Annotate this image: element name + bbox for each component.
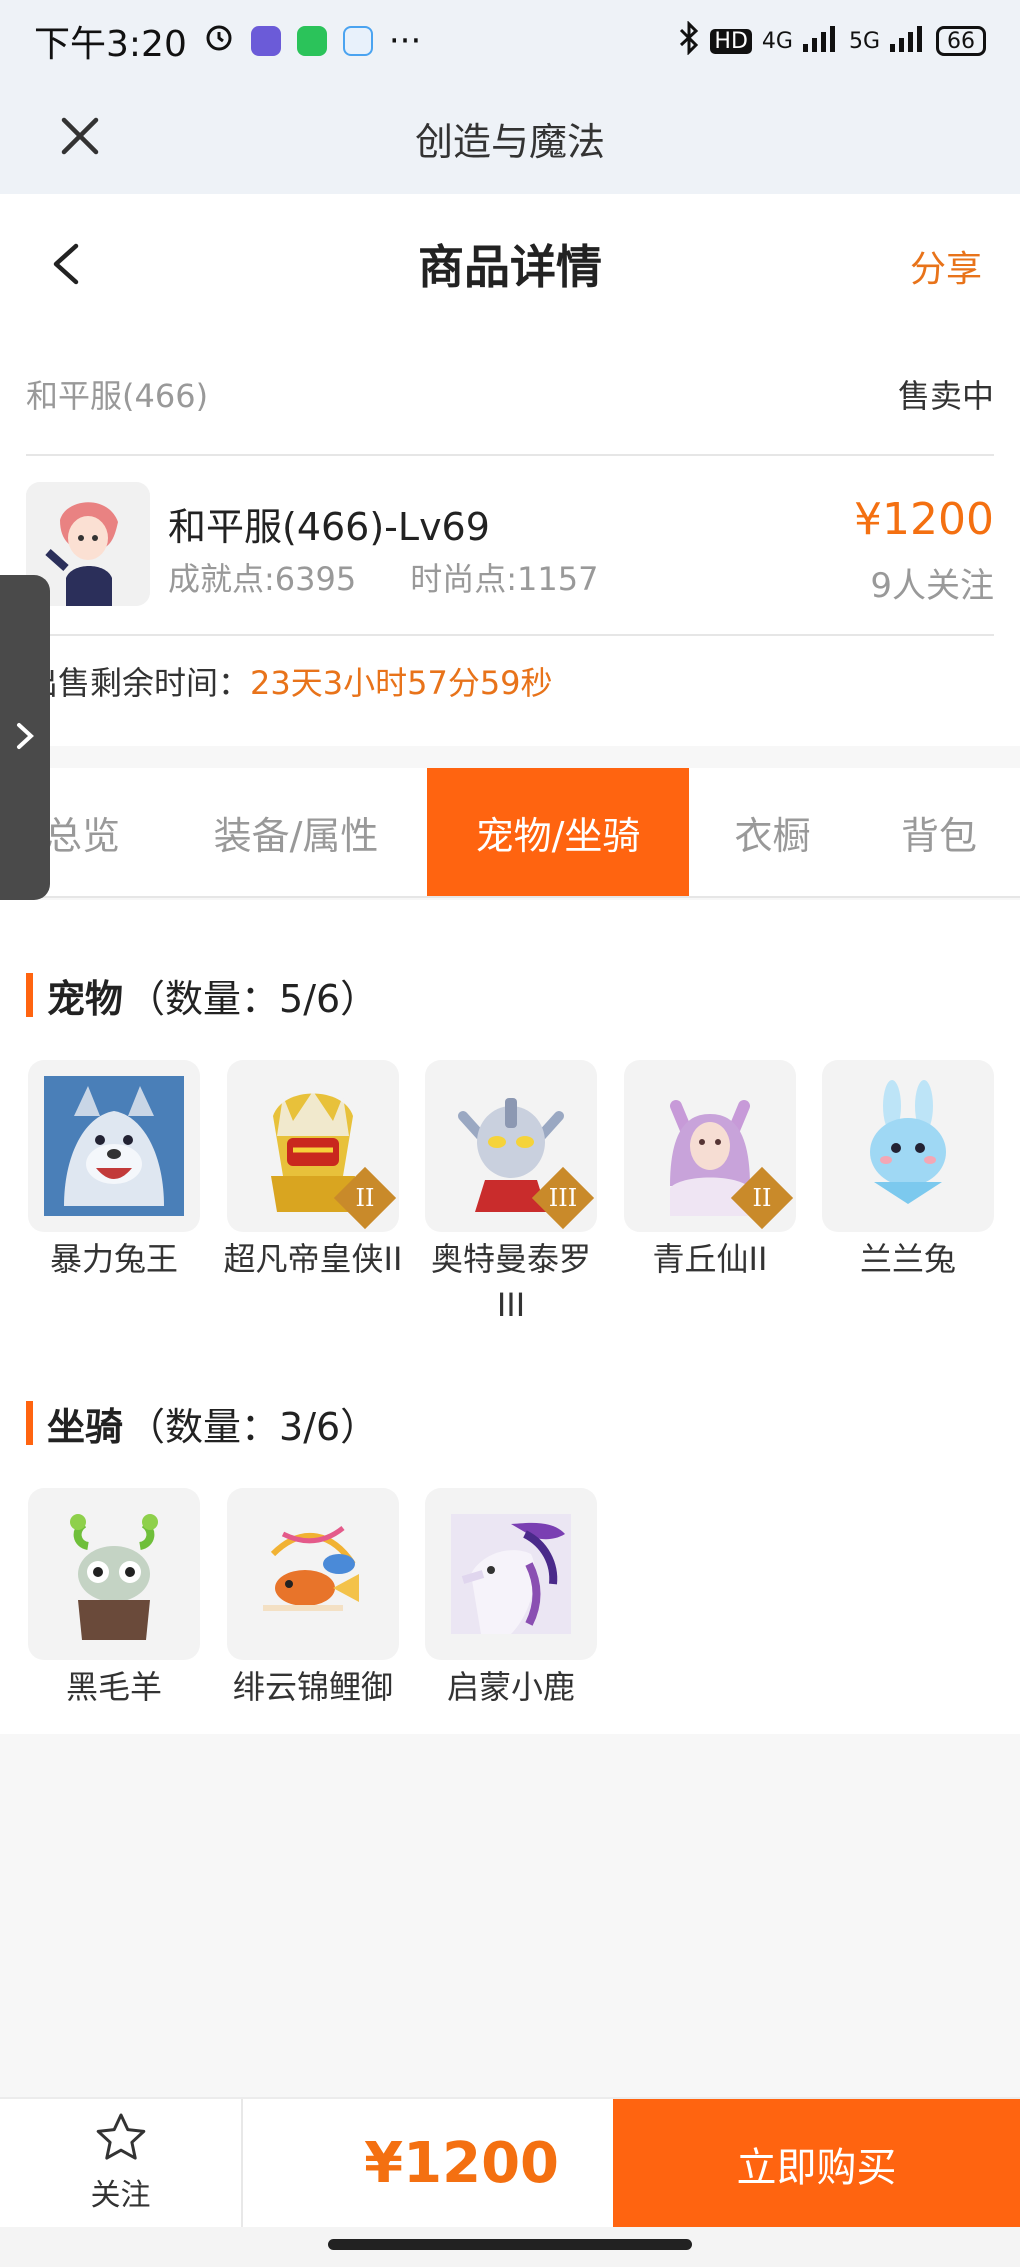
tier-badge: III [531, 1166, 595, 1230]
follow-button[interactable]: 关注 [0, 2099, 243, 2227]
pet-item[interactable]: II 青丘仙II [624, 1060, 796, 1282]
product-name: 和平服(466)-Lv69 [168, 505, 490, 549]
tab-label: 背包 [900, 813, 977, 858]
pet-name: 暴力兔王 [49, 1240, 178, 1278]
tier-badge: II [333, 1166, 397, 1230]
more-notifications-icon: ··· [388, 21, 422, 61]
pet-item[interactable]: II 超凡帝皇侠II [224, 1060, 402, 1282]
pets-title: 宠物 [47, 976, 124, 1021]
fox-fairy-pet-icon: II [624, 1060, 796, 1232]
page-nav: 商品详情 分享 [0, 194, 1020, 334]
tier-label: II [355, 1184, 375, 1212]
product-panel: 和平服(466) 售卖中 和平服(466)-Lv69 成就点:6395 时尚点:… [0, 334, 1020, 746]
server-name: 和平服(466) [26, 377, 209, 415]
pet-name: 超凡帝皇侠II [223, 1240, 403, 1278]
network-5g-label: 5G [848, 28, 880, 54]
bottom-action-bar: 关注 ¥1200 立即购买 [0, 2097, 1020, 2229]
app-header: 创造与魔法 [0, 82, 1020, 194]
tier-label: II [752, 1184, 772, 1212]
fashion-points: 时尚点:1157 [410, 560, 599, 598]
tab-label: 装备/属性 [213, 813, 379, 858]
tier-label: III [548, 1184, 578, 1212]
sticker-app-icon [250, 26, 281, 56]
sale-status: 售卖中 [897, 377, 994, 415]
blue-rabbit-pet-icon [822, 1060, 994, 1232]
white-wolf-pet-icon [28, 1060, 200, 1232]
follower-count: 9人关注 [870, 566, 994, 606]
tab-label: 衣橱 [734, 813, 811, 858]
tab-label: 宠物/坐骑 [475, 813, 641, 858]
buy-now-button[interactable]: 立即购买 [613, 2099, 1020, 2229]
share-button[interactable]: 分享 [910, 240, 982, 292]
status-bar: 下午3:20 ··· HD 4G 5G 66 [0, 0, 1020, 82]
pet-name: 兰兰兔 [859, 1240, 956, 1278]
bluetooth-icon [678, 20, 700, 61]
close-icon[interactable] [52, 108, 108, 164]
mount-name: 启蒙小鹿 [446, 1668, 575, 1706]
section-accent-bar [26, 973, 33, 1017]
deer-mount-icon [425, 1488, 597, 1660]
tab-pets-mounts[interactable]: 宠物/坐骑 [427, 768, 689, 896]
tab-equipment[interactable]: 装备/属性 [176, 768, 416, 896]
star-icon [95, 2112, 147, 2166]
remaining-time-label: 出售剩余时间： [26, 664, 251, 702]
pet-item[interactable]: III 奥特曼泰罗III [425, 1060, 597, 1328]
ultraman-pet-icon: III [425, 1060, 597, 1232]
black-sheep-mount-icon [28, 1488, 200, 1660]
mounts-title: 坐骑 [47, 1404, 124, 1449]
signal-icon [802, 24, 839, 58]
chevron-right-icon [13, 719, 37, 757]
page-title: 商品详情 [418, 240, 602, 294]
mounts-section-title: 坐骑 （数量：3/6） [26, 1398, 379, 1449]
mounts-count: （数量：3/6） [127, 1404, 379, 1449]
wechat-icon [296, 26, 327, 56]
mount-item[interactable]: 绯云锦鲤御 [227, 1488, 399, 1710]
server-row: 和平服(466) 售卖中 [26, 334, 994, 456]
mount-item[interactable]: 启蒙小鹿 [425, 1488, 597, 1710]
battery-level: 66 [947, 28, 975, 54]
pets-section-title: 宠物 （数量：5/6） [26, 970, 379, 1021]
status-time: 下午3:20 [34, 24, 187, 65]
achievement-points: 成就点:6395 [168, 560, 357, 598]
tab-label: 总览 [44, 813, 121, 858]
pets-count: （数量：5/6） [127, 976, 379, 1021]
remaining-time-value: 23天3小时57分59秒 [250, 664, 553, 702]
pet-name: 青丘仙II [652, 1240, 768, 1278]
product-row[interactable]: 和平服(466)-Lv69 成就点:6395 时尚点:1157 ¥1200 9人… [26, 456, 994, 636]
tier-badge: II [730, 1166, 794, 1230]
pet-name: 奥特曼泰罗III [430, 1240, 591, 1324]
alarm-icon [203, 21, 235, 62]
mount-name: 黑毛羊 [65, 1668, 162, 1706]
mount-item[interactable]: 黑毛羊 [28, 1488, 200, 1710]
network-4g-label: 4G [761, 28, 793, 54]
section-accent-bar [26, 1401, 33, 1445]
tab-bar: 总览 装备/属性 宠物/坐骑 衣橱 背包 [0, 768, 1020, 898]
app-title: 创造与魔法 [414, 119, 605, 164]
hd-badge: HD [710, 28, 752, 54]
koi-mount-icon [227, 1488, 399, 1660]
pets-mounts-content: 宠物 （数量：5/6） 暴力兔王 II 超凡帝皇侠II III 奥特曼泰罗III… [0, 900, 1020, 1734]
browser-app-icon [342, 26, 373, 56]
pet-item[interactable]: 暴力兔王 [28, 1060, 200, 1282]
mount-name: 绯云锦鲤御 [232, 1668, 393, 1706]
remaining-time-row: 出售剩余时间： 23天3小时57分59秒 [26, 636, 553, 726]
product-stats: 成就点:6395 时尚点:1157 [168, 554, 598, 600]
bottom-price: ¥1200 [364, 2130, 559, 2196]
home-gesture-bar[interactable] [328, 2239, 692, 2250]
product-price: ¥1200 [854, 494, 994, 545]
side-drawer-handle[interactable] [0, 575, 50, 900]
pet-item[interactable]: 兰兰兔 [822, 1060, 994, 1282]
back-arrow-icon[interactable] [40, 234, 100, 294]
follow-label: 关注 [90, 2178, 151, 2213]
golden-armor-pet-icon: II [227, 1060, 399, 1232]
tab-wardrobe[interactable]: 衣橱 [700, 768, 845, 896]
signal-icon-2 [890, 24, 926, 58]
battery-icon: 66 [936, 26, 986, 56]
tab-backpack[interactable]: 背包 [858, 768, 1020, 896]
